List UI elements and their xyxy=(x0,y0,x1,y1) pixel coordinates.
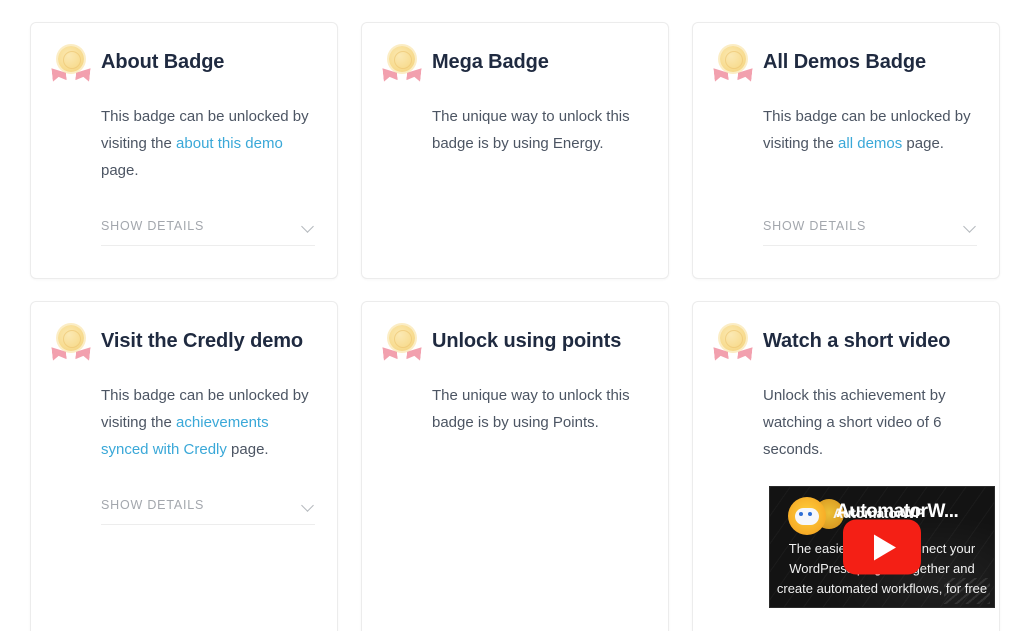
card-title: Visit the Credly demo xyxy=(101,330,304,352)
rosette-badge-icon xyxy=(380,43,424,87)
card-description-text: The unique way to unlock this badge is b… xyxy=(432,108,630,152)
card-description: The unique way to unlock this badge is b… xyxy=(380,103,648,157)
medal-icon xyxy=(58,46,84,72)
card-header: Watch a short video xyxy=(711,320,979,366)
show-details-toggle[interactable]: SHOW DETAILS xyxy=(101,498,315,525)
card-title: About Badge xyxy=(101,51,225,73)
card-description: This badge can be unlocked by visiting t… xyxy=(711,103,979,157)
card-description: This badge can be unlocked by visiting t… xyxy=(49,382,317,463)
card-header: Visit the Credly demo xyxy=(49,320,317,366)
card-title: All Demos Badge xyxy=(763,51,926,73)
automatorwp-robot-icon xyxy=(788,497,826,535)
medal-icon xyxy=(389,46,415,72)
play-triangle-icon xyxy=(873,534,896,560)
rosette-badge-icon xyxy=(711,43,755,87)
show-details-label: SHOW DETAILS xyxy=(763,219,867,233)
chevron-down-icon[interactable] xyxy=(964,222,977,230)
card-description-text: page. xyxy=(101,162,139,179)
badge-card-mega-badge: Mega Badge The unique way to unlock this … xyxy=(361,22,669,279)
card-description: The unique way to unlock this badge is b… xyxy=(380,382,648,436)
card-header: About Badge xyxy=(49,41,317,87)
video-thumbnail[interactable]: AutomatorWPAutomatorW...The easiest way … xyxy=(769,486,995,608)
chevron-down-icon[interactable] xyxy=(302,501,315,509)
rosette-badge-icon xyxy=(49,43,93,87)
card-title: Unlock using points xyxy=(432,330,622,352)
medal-icon xyxy=(58,325,84,351)
medal-icon xyxy=(720,46,746,72)
card-description: This badge can be unlocked by visiting t… xyxy=(49,103,317,184)
youtube-play-icon[interactable] xyxy=(843,519,921,575)
card-description: Unlock this achievement by watching a sh… xyxy=(711,382,979,463)
badge-card-watch-a-short-video: Watch a short video Unlock this achieveme… xyxy=(692,301,1000,631)
rosette-badge-icon xyxy=(49,322,93,366)
card-title: Watch a short video xyxy=(763,330,951,352)
video-watermark xyxy=(944,578,990,604)
badge-card-unlock-using-points: Unlock using points The unique way to unl… xyxy=(361,301,669,631)
card-description-text: page. xyxy=(226,441,269,458)
card-description-text: Unlock this achievement by watching a sh… xyxy=(763,387,946,458)
card-description-link[interactable]: all demos xyxy=(838,135,902,152)
chevron-down-icon[interactable] xyxy=(302,222,315,230)
badge-card-grid: About Badge This badge can be unlocked by… xyxy=(0,0,1024,631)
card-header: All Demos Badge xyxy=(711,41,979,87)
show-details-label: SHOW DETAILS xyxy=(101,498,205,512)
card-description-link[interactable]: about this demo xyxy=(176,135,283,152)
show-details-toggle[interactable]: SHOW DETAILS xyxy=(101,219,315,246)
card-description-text: page. xyxy=(902,135,944,152)
card-header: Mega Badge xyxy=(380,41,648,87)
medal-icon xyxy=(389,325,415,351)
badge-card-all-demos-badge: All Demos Badge This badge can be unlocke… xyxy=(692,22,1000,279)
medal-icon xyxy=(720,325,746,351)
badge-card-about-badge: About Badge This badge can be unlocked by… xyxy=(30,22,338,279)
card-description-text: The unique way to unlock this badge is b… xyxy=(432,387,630,431)
card-title: Mega Badge xyxy=(432,51,549,73)
show-details-toggle[interactable]: SHOW DETAILS xyxy=(763,219,977,246)
rosette-badge-icon xyxy=(380,322,424,366)
show-details-label: SHOW DETAILS xyxy=(101,219,205,233)
card-header: Unlock using points xyxy=(380,320,648,366)
rosette-badge-icon xyxy=(711,322,755,366)
badge-card-visit-credly-demo: Visit the Credly demo This badge can be u… xyxy=(30,301,338,631)
